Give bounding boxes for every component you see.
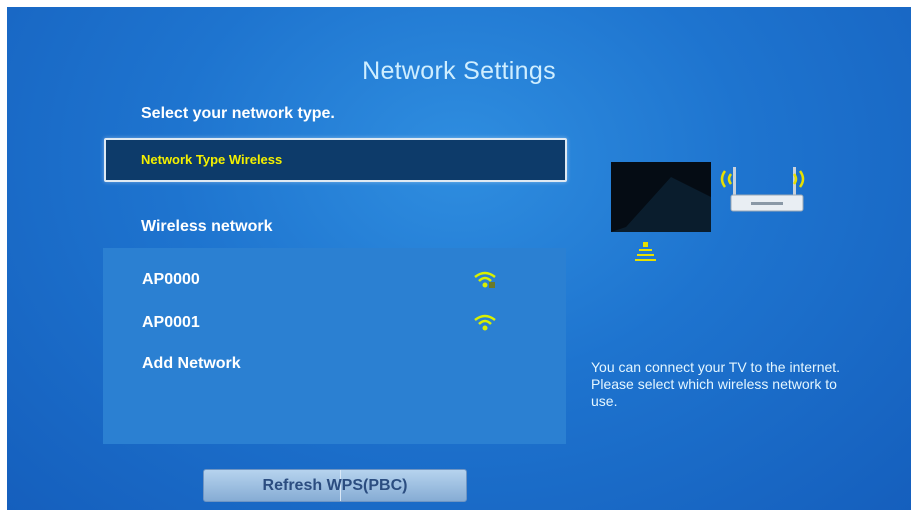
tv-signal-icon <box>635 242 656 261</box>
page-title: Network Settings <box>362 57 556 85</box>
refresh-wps-button[interactable]: Refresh WPS(PBC) <box>203 469 467 502</box>
wifi-signal-icon <box>474 314 496 331</box>
refresh-wps-label: Refresh WPS(PBC) <box>262 477 408 494</box>
info-text: You can connect your TV to the internet.… <box>591 359 841 409</box>
network-item-ap0000[interactable]: AP0000 <box>142 271 200 289</box>
network-type-value: Network Type Wireless <box>141 152 283 167</box>
wireless-network-list: AP0000 AP0001 Add Network <box>103 248 566 444</box>
wifi-signal-icon <box>474 271 496 288</box>
network-item-ap0001[interactable]: AP0001 <box>142 314 200 332</box>
tv-router-illustration <box>611 162 805 261</box>
wireless-network-heading: Wireless network <box>141 218 273 235</box>
network-type-prompt: Select your network type. <box>141 105 335 122</box>
router-icon <box>730 167 804 212</box>
add-network-item[interactable]: Add Network <box>142 355 241 373</box>
network-type-selector[interactable]: Network Type Wireless <box>104 138 567 182</box>
tv-screen: Network Settings Select your network typ… <box>7 7 911 510</box>
